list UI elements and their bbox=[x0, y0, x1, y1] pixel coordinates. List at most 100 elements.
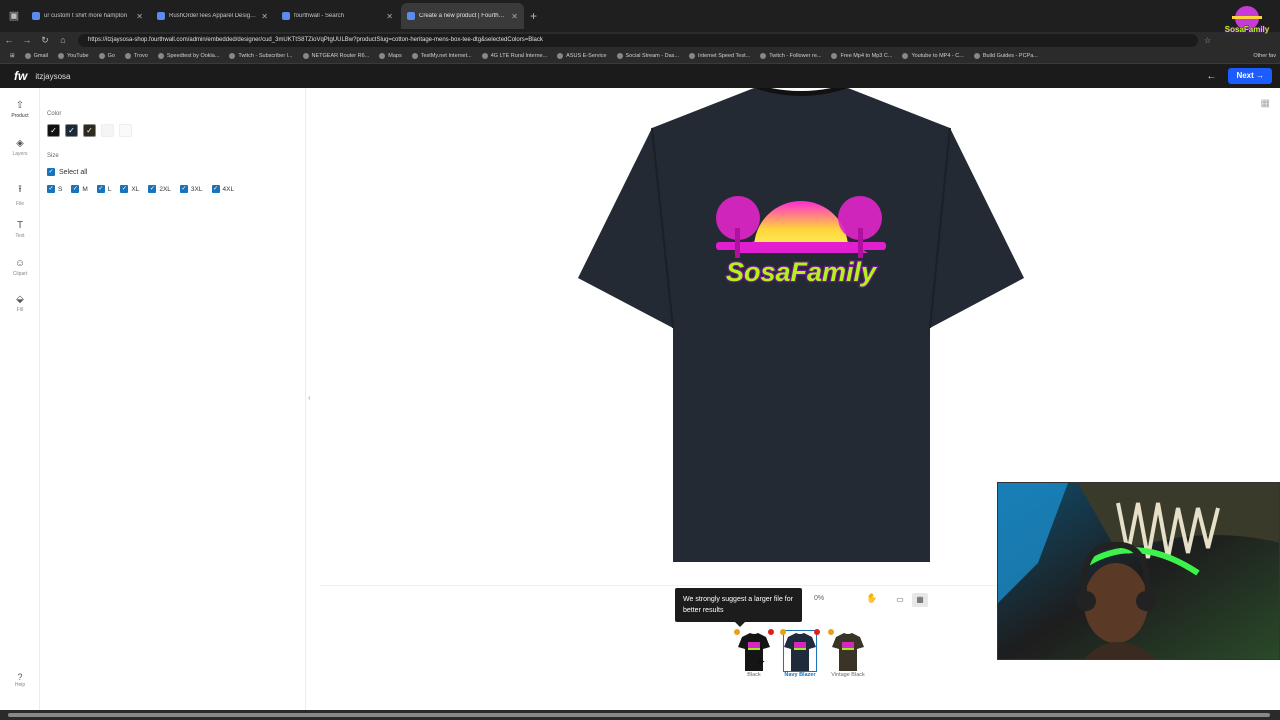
browser-tab[interactable]: ur custom t shirt more hampton ✕ bbox=[26, 3, 149, 29]
scrollbar-thumb[interactable] bbox=[8, 713, 1270, 717]
variant-thumb[interactable]: Vintage Black bbox=[828, 629, 868, 679]
browser-tab[interactable]: RushOrderTees Apparel Design S ✕ bbox=[151, 3, 274, 29]
bookmark-star-icon[interactable]: ☆ bbox=[1204, 36, 1211, 45]
bookmark-favicon-icon bbox=[689, 52, 696, 59]
bookmark-item[interactable]: ASUS E-Service bbox=[557, 52, 607, 59]
rail-label: Product bbox=[11, 113, 29, 119]
color-swatch[interactable]: ✓ bbox=[47, 124, 60, 137]
help-icon: ? bbox=[17, 672, 23, 682]
zoom-select[interactable]: 0% bbox=[814, 595, 824, 602]
browser-tab-active[interactable]: Create a new product | Fourthwall ✕ bbox=[401, 3, 524, 29]
close-tab-icon[interactable]: ✕ bbox=[386, 12, 393, 21]
bookmark-item[interactable]: 4G LTE Rural Interne... bbox=[481, 52, 547, 59]
bookmark-item[interactable]: YouTube bbox=[57, 52, 89, 59]
bookmark-label: YouTube bbox=[66, 52, 89, 59]
bookmark-item[interactable]: Twitch - Follower re... bbox=[760, 52, 822, 59]
bookmark-item[interactable]: Gmail bbox=[24, 52, 48, 59]
bookmark-label: Build Guides - PCPa... bbox=[982, 52, 1038, 59]
apps-icon[interactable]: ⊞ bbox=[10, 53, 15, 59]
horizontal-scrollbar[interactable] bbox=[0, 710, 1280, 720]
bookmark-item[interactable]: Trovo bbox=[124, 52, 148, 59]
size-checkbox[interactable]: ✓ 3XL bbox=[179, 185, 203, 193]
size-checkbox[interactable]: ✓ S bbox=[47, 185, 62, 193]
close-tab-icon[interactable]: ✕ bbox=[511, 12, 518, 21]
upload-icon: ⭱ bbox=[18, 184, 22, 195]
remove-variant-icon[interactable] bbox=[814, 629, 820, 635]
forward-icon[interactable]: → bbox=[18, 35, 36, 45]
tab-overview-icon[interactable]: ▣ bbox=[4, 6, 24, 26]
bookmark-favicon-icon bbox=[57, 52, 64, 59]
tool-rail: ⇧ Product ◈ Layers ⭱ File T Text ☺ Clipa… bbox=[0, 88, 40, 710]
help-button[interactable]: ? Help bbox=[0, 672, 40, 688]
reload-icon[interactable]: ↻ bbox=[36, 35, 54, 46]
bookmark-item[interactable]: Speedtest by Ookla... bbox=[157, 52, 219, 59]
url-input[interactable]: https://itzjaysosa-shop.fourthwall.com/a… bbox=[78, 33, 1198, 47]
bookmark-item[interactable]: Free Mp4 to Mp3 C... bbox=[831, 52, 892, 59]
layers-icon: ◈ bbox=[16, 138, 24, 149]
fourthwall-logo[interactable]: fw bbox=[14, 69, 27, 83]
variant-thumb[interactable]: Navy Blazer bbox=[780, 629, 820, 679]
color-swatch[interactable] bbox=[101, 124, 114, 137]
rail-item-layers[interactable]: ◈ Layers bbox=[0, 138, 40, 157]
size-checkbox[interactable]: ✓ XL bbox=[120, 185, 139, 193]
rail-item-product[interactable]: ⇧ Product bbox=[0, 100, 40, 119]
bookmark-item[interactable]: Maps bbox=[379, 52, 402, 59]
next-button[interactable]: Next → bbox=[1228, 68, 1272, 84]
size-checkboxes: ✓ S ✓ M ✓ L ✓ XL ✓ 2XL ✓ 3XL ✓ 4XL bbox=[47, 185, 243, 193]
color-swatch[interactable]: ✓ bbox=[65, 124, 78, 137]
color-swatch[interactable] bbox=[119, 124, 132, 137]
rail-item-text[interactable]: T Text bbox=[0, 220, 40, 239]
app-header: fw itzjaysosa ← Next → bbox=[0, 64, 1280, 88]
close-tab-icon[interactable]: ✕ bbox=[136, 12, 143, 21]
bookmark-label: Twitch - Follower re... bbox=[769, 52, 822, 59]
stream-logo: SosaFamily bbox=[1224, 6, 1270, 35]
bookmark-favicon-icon bbox=[481, 52, 488, 59]
bookmark-favicon-icon bbox=[616, 52, 623, 59]
rail-item-fill[interactable]: ⬙ Fill bbox=[0, 294, 40, 313]
grid-view-icon[interactable]: ▦ bbox=[912, 593, 928, 607]
select-all-checkbox[interactable]: ✓ Select all bbox=[47, 168, 87, 176]
collapse-panel-icon[interactable]: ‹ bbox=[308, 393, 311, 402]
home-icon[interactable]: ⌂ bbox=[54, 35, 72, 45]
hand-tool-icon[interactable]: ✋ bbox=[866, 593, 877, 604]
size-checkbox[interactable]: ✓ 2XL bbox=[148, 185, 171, 193]
close-tab-icon[interactable]: ✕ bbox=[261, 12, 268, 21]
bookmark-item[interactable]: NETGEAR Router R6... bbox=[302, 52, 369, 59]
bookmark-favicon-icon bbox=[124, 52, 131, 59]
image-view-icon[interactable]: ▭ bbox=[892, 593, 908, 607]
grid-icon[interactable]: ▦ bbox=[1261, 98, 1270, 109]
rail-label: Clipart bbox=[12, 271, 28, 277]
size-label: 4XL bbox=[222, 185, 235, 193]
bookmark-favicon-icon bbox=[157, 52, 164, 59]
bookmark-label: Gmail bbox=[33, 52, 48, 59]
size-checkbox[interactable]: ✓ L bbox=[96, 185, 111, 193]
bookmark-item[interactable]: Build Guides - PCPa... bbox=[973, 52, 1038, 59]
tshirt-mockup: SosaFamily bbox=[578, 88, 1024, 562]
rail-item-clipart[interactable]: ☺ Clipart bbox=[0, 258, 40, 277]
bookmark-item[interactable]: Twitch - Subscriber l... bbox=[229, 52, 293, 59]
browser-tab[interactable]: fourthwall - Search ✕ bbox=[276, 3, 399, 29]
color-swatch[interactable]: ✓ bbox=[83, 124, 96, 137]
bookmark-item[interactable]: Go bbox=[98, 52, 115, 59]
other-bookmarks[interactable]: Other fav bbox=[1253, 53, 1276, 59]
browser-tab-bar: ▣ ur custom t shirt more hampton ✕ RushOr… bbox=[0, 0, 1280, 32]
checkbox-checked-icon: ✓ bbox=[211, 185, 220, 193]
bookmark-label: Youtube to MP4 - C... bbox=[911, 52, 964, 59]
checkbox-checked-icon: ✓ bbox=[71, 185, 80, 193]
bookmark-favicon-icon bbox=[98, 52, 105, 59]
back-icon[interactable]: ← bbox=[0, 35, 18, 45]
variant-thumb[interactable]: Black bbox=[734, 629, 774, 679]
smiley-icon: ☺ bbox=[14, 258, 26, 269]
new-tab-icon[interactable]: + bbox=[530, 9, 537, 23]
bookmark-item[interactable]: Internet Speed Test... bbox=[689, 52, 750, 59]
fill-icon: ⬙ bbox=[16, 294, 24, 305]
size-checkbox[interactable]: ✓ 4XL bbox=[211, 185, 235, 193]
bookmark-item[interactable]: TestMy.net Internet... bbox=[411, 52, 472, 59]
variant-label: Vintage Black bbox=[831, 672, 865, 678]
bookmark-item[interactable]: Social Stream - Das... bbox=[616, 52, 679, 59]
size-checkbox[interactable]: ✓ M bbox=[71, 185, 88, 193]
remove-variant-icon[interactable] bbox=[768, 629, 774, 635]
rail-item-file[interactable]: ⭱ File bbox=[0, 182, 40, 207]
back-arrow-icon[interactable]: ← bbox=[1206, 71, 1216, 82]
bookmark-item[interactable]: Youtube to MP4 - C... bbox=[902, 52, 964, 59]
